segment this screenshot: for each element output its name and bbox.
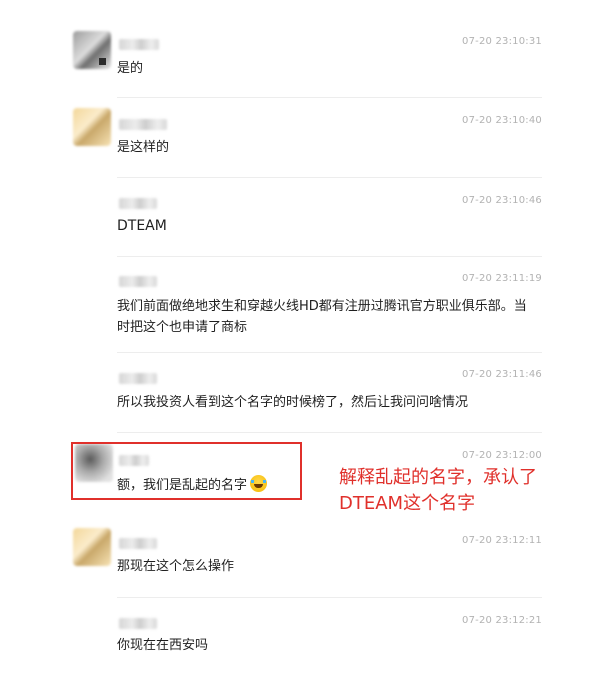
divider bbox=[117, 177, 542, 178]
highlight-box bbox=[71, 442, 302, 500]
message-time: 07-20 23:10:31 bbox=[462, 36, 542, 47]
divider bbox=[117, 97, 542, 98]
message-text: 我们前面做绝地求生和穿越火线HD都有注册过腾讯官方职业俱乐部。当时把这个也申请了… bbox=[117, 299, 527, 335]
message-text: 所以我投资人看到这个名字的时候榜了，然后让我问问啥情况 bbox=[117, 395, 469, 410]
message-time: 07-20 23:11:19 bbox=[462, 273, 542, 284]
message-time: 07-20 23:11:46 bbox=[462, 369, 542, 380]
sender-name bbox=[119, 618, 157, 629]
message-time: 07-20 23:12:21 bbox=[462, 615, 542, 626]
message-text: 你现在在西安吗 bbox=[117, 638, 209, 653]
avatar[interactable] bbox=[73, 528, 111, 566]
message-text: 是这样的 bbox=[117, 140, 170, 155]
divider bbox=[117, 256, 542, 257]
message-time: 07-20 23:12:00 bbox=[462, 450, 542, 461]
message-time: 07-20 23:10:46 bbox=[462, 195, 542, 206]
annotation-note: 解释乱起的名字，承认了DTEAM这个名字 bbox=[339, 467, 537, 514]
message-text: DTEAM bbox=[117, 218, 167, 234]
message-time: 07-20 23:12:11 bbox=[462, 535, 542, 546]
divider bbox=[117, 432, 542, 433]
message-text: 是的 bbox=[117, 61, 144, 76]
divider bbox=[117, 352, 542, 353]
sender-name bbox=[119, 119, 167, 130]
message-text: 那现在这个怎么操作 bbox=[117, 559, 235, 574]
avatar-badge bbox=[99, 58, 106, 65]
sender-name bbox=[119, 39, 159, 50]
chat-history: 07-20 23:10:31 是的 07-20 23:10:40 是这样的 07… bbox=[0, 0, 612, 688]
sender-name bbox=[119, 373, 157, 384]
sender-name bbox=[119, 538, 157, 549]
sender-name bbox=[119, 276, 157, 287]
message-time: 07-20 23:10:40 bbox=[462, 115, 542, 126]
avatar[interactable] bbox=[73, 108, 111, 146]
divider bbox=[117, 597, 542, 598]
sender-name bbox=[119, 198, 157, 209]
